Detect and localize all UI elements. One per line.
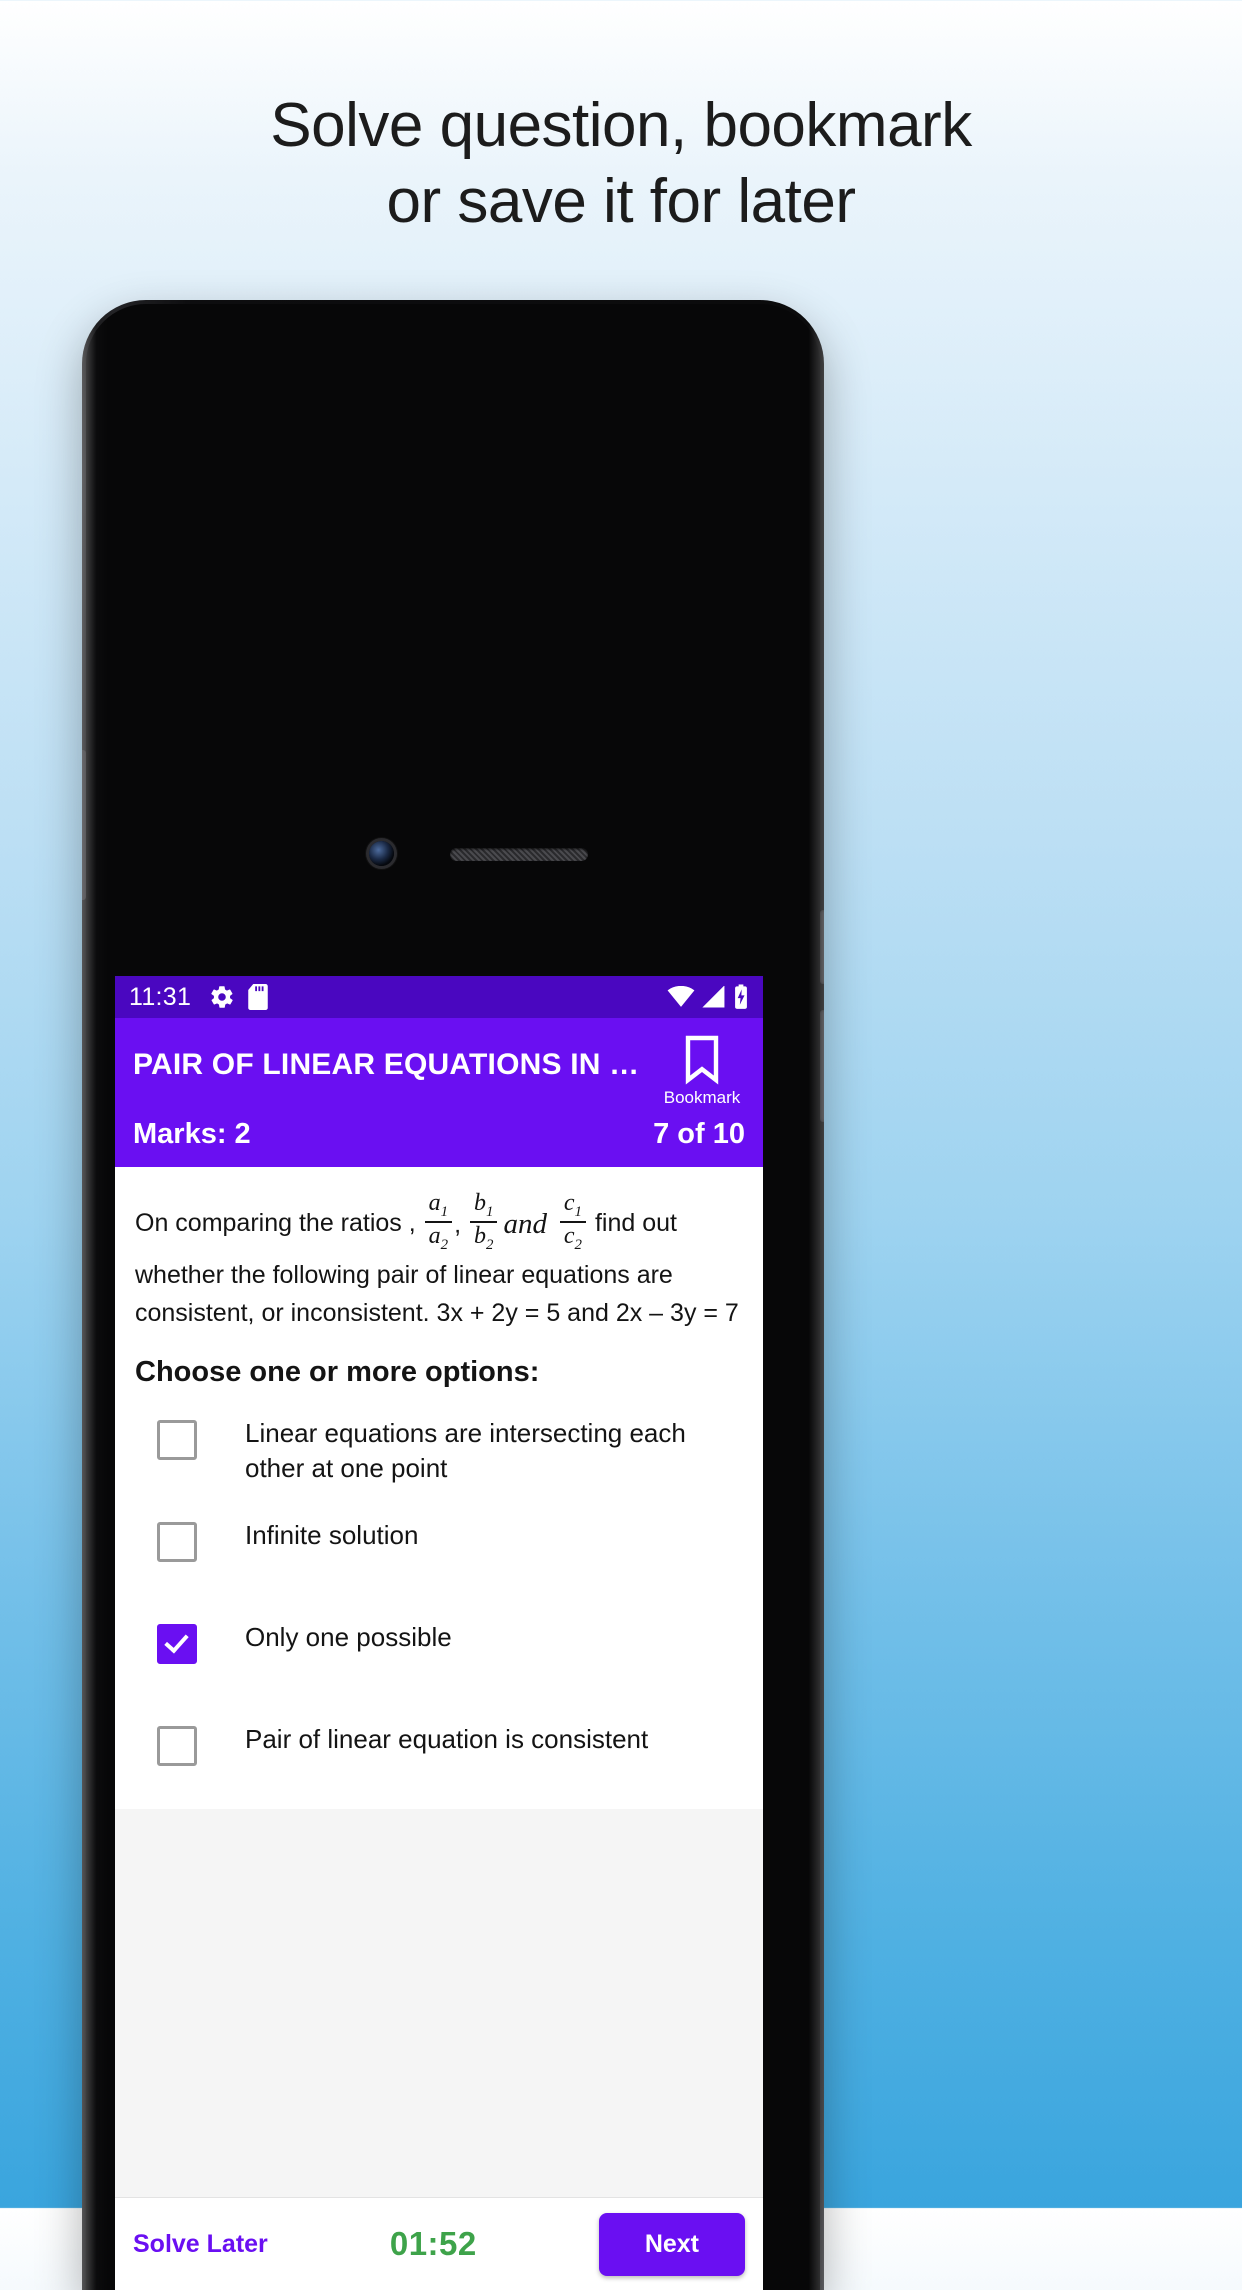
options-list: Linear equations are intersecting each o… (115, 1395, 763, 1809)
page-title: PAIR OF LINEAR EQUATIONS IN … (133, 1048, 640, 1081)
fraction-c1-c2: c1 c2 (559, 1190, 586, 1254)
bookmark-label: Bookmark (663, 1088, 741, 1107)
option-checkbox-1[interactable] (157, 1419, 197, 1460)
empty-space (115, 1808, 763, 2197)
option-label-4: Pair of linear equation is consistent (245, 1723, 649, 1754)
fraction-a1-a2: a1 a2 (424, 1190, 453, 1254)
status-bar-time: 11:31 (129, 982, 192, 1011)
status-bar: 11:31 (115, 976, 763, 1018)
question-body: On comparing the ratios , a1 a2 , b1 b2 … (115, 1167, 763, 2197)
volume-button (82, 750, 86, 900)
fraction-separator-1: , (454, 1210, 462, 1239)
marks-label: Marks: 2 (133, 1118, 251, 1150)
countdown-timer: 01:52 (389, 2225, 477, 2262)
gear-icon (209, 984, 235, 1010)
front-camera-icon (369, 841, 394, 866)
option-label-2: Infinite solution (245, 1519, 419, 1550)
question-text: On comparing the ratios , a1 a2 , b1 b2 … (115, 1167, 763, 1332)
option-checkbox-3[interactable] (157, 1623, 197, 1664)
signal-icon (702, 985, 726, 1008)
option-checkbox-4[interactable] (157, 1725, 197, 1766)
battery-charging-icon (733, 984, 749, 1010)
bookmark-icon[interactable] (680, 1034, 724, 1086)
wifi-icon (667, 985, 695, 1008)
phone-mockup: 11:31 PAIR OF LINEAR EQUATIONS IN … Book… (82, 300, 824, 2290)
question-progress: 7 of 10 (653, 1118, 745, 1150)
fraction-b1-b2: b1 b2 (470, 1190, 498, 1254)
bookmark-button[interactable]: Bookmark (659, 1034, 745, 1108)
headline-line-1: Solve question, bookmark (270, 91, 972, 160)
option-row-3[interactable]: Only one possible (133, 1605, 745, 1707)
solve-later-button[interactable]: Solve Later (133, 2230, 268, 2259)
choose-prompt: Choose one or more options: (135, 1355, 540, 1388)
app-bar: PAIR OF LINEAR EQUATIONS IN … Bookmark (115, 1018, 763, 1112)
sd-card-icon (248, 984, 268, 1010)
option-label-1: Linear equations are intersecting each o… (245, 1417, 686, 1483)
phone-screen: 11:31 PAIR OF LINEAR EQUATIONS IN … Book… (115, 976, 763, 2290)
math-and-word: and (503, 1208, 547, 1241)
headline-line-2: or save it for later (386, 166, 856, 236)
earpiece-speaker (450, 848, 588, 861)
question-text-part-1: On comparing the ratios , (135, 1209, 416, 1238)
status-bar-left-icons (209, 984, 268, 1010)
option-row-2[interactable]: Infinite solution (133, 1503, 745, 1605)
option-label-3: Only one possible (245, 1621, 452, 1652)
page-headline: Solve question, bookmark or save it for … (0, 88, 1242, 239)
option-checkbox-2[interactable] (157, 1521, 197, 1562)
option-row-4[interactable]: Pair of linear equation is consistent (133, 1707, 745, 1809)
option-row-1[interactable]: Linear equations are intersecting each o… (133, 1401, 745, 1503)
sub-bar: Marks: 2 7 of 10 (115, 1112, 763, 1167)
side-button-lower (820, 1010, 824, 1122)
status-bar-right-icons (667, 984, 749, 1010)
next-button[interactable]: Next (598, 2212, 745, 2276)
bottom-action-bar: Solve Later 01:52 Next (115, 2197, 763, 2290)
power-button (820, 910, 824, 984)
